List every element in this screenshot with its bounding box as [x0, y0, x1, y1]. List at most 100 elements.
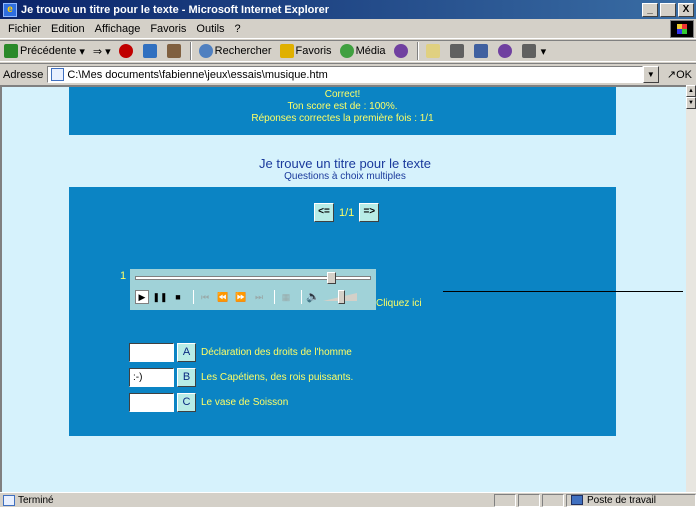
refresh-button[interactable] — [139, 44, 163, 58]
status-cell — [494, 493, 516, 507]
discuss-icon — [521, 44, 536, 58]
answer-row: C Le vase de Soisson — [129, 392, 353, 412]
stop-icon — [118, 44, 133, 58]
media-button[interactable]: Média — [336, 44, 390, 58]
back-arrow-icon — [4, 44, 18, 58]
volume-knob[interactable] — [338, 290, 345, 304]
status-cell — [518, 493, 540, 507]
status-bar: Terminé Poste de travail — [0, 492, 696, 507]
question-counter: 1/1 — [339, 206, 355, 219]
media-icon — [339, 44, 354, 58]
menu-edition[interactable]: Edition — [46, 23, 90, 35]
stop-button[interactable] — [115, 44, 139, 58]
address-bar: Adresse C:\Mes documents\fabienne\jeux\e… — [0, 63, 696, 85]
go-arrow-icon: ↗ — [666, 69, 677, 81]
messenger-button[interactable] — [494, 44, 518, 58]
menu-help[interactable]: ? — [230, 23, 246, 35]
menu-outils[interactable]: Outils — [191, 23, 229, 35]
seek-thumb[interactable] — [327, 272, 336, 284]
address-dropdown-button[interactable]: ▼ — [642, 66, 659, 83]
address-value: C:\Mes documents\fabienne\jeux\essais\mu… — [67, 68, 328, 81]
rewind-icon: ⏪ — [217, 291, 229, 302]
favorites-button[interactable]: Favoris — [276, 44, 336, 58]
feedback-first-try: Réponses correctes la première fois : 1/… — [251, 113, 434, 124]
history-icon — [393, 44, 408, 58]
prev-question-button[interactable]: <= — [314, 203, 334, 222]
answer-input-a[interactable] — [129, 342, 174, 362]
player-controls: ▶ ❚❚ ■ ⏮ ⏪ ⏩ ⏭ ▦ 🔈 — [135, 289, 357, 305]
search-label: Rechercher — [214, 45, 272, 57]
forward-button[interactable]: ⇒ ▾ — [89, 45, 115, 58]
track-number: 1 — [120, 270, 127, 282]
toolbar-separator — [189, 42, 192, 60]
next-track-icon: ⏭ — [254, 291, 264, 302]
security-zone: Poste de travail — [566, 493, 696, 507]
speaker-icon[interactable]: 🔈 — [306, 290, 320, 304]
go-label: OK — [676, 69, 692, 81]
menu-affichage[interactable]: Affichage — [90, 23, 146, 35]
go-button[interactable]: ↗OK — [659, 68, 696, 81]
address-input[interactable]: C:\Mes documents\fabienne\jeux\essais\mu… — [47, 66, 643, 83]
feedback-panel: Correct! Ton score est de : 100%. Répons… — [69, 87, 616, 135]
seek-bar[interactable] — [135, 272, 371, 284]
back-button[interactable]: Précédente ▾ — [0, 44, 89, 58]
search-button[interactable]: Rechercher — [195, 44, 276, 58]
page-title: Je trouve un titre pour le texte — [259, 156, 431, 171]
vertical-scrollbar[interactable]: ▲ ▼ — [686, 85, 696, 492]
next-question-button[interactable]: => — [359, 203, 380, 222]
answers-list: A Déclaration des droits de l'homme :-) … — [129, 342, 353, 417]
stop-button[interactable]: ■ — [171, 290, 185, 304]
history-button[interactable] — [390, 44, 414, 58]
print-icon — [449, 44, 464, 58]
volume-slider[interactable] — [323, 290, 357, 304]
media-label: Média — [355, 45, 386, 57]
answer-row: A Déclaration des droits de l'homme — [129, 342, 353, 362]
favorites-label: Favoris — [295, 45, 332, 57]
scroll-up-icon[interactable]: ▲ — [686, 85, 696, 97]
discuss-button[interactable]: ▾ — [518, 44, 551, 58]
answer-button-c[interactable]: C — [177, 392, 196, 412]
toolbar: Précédente ▾ ⇒ ▾ Rechercher Favoris Médi… — [0, 40, 696, 62]
pause-button[interactable]: ❚❚ — [152, 290, 167, 304]
home-button[interactable] — [163, 44, 187, 58]
click-here-link[interactable]: Cliquez ici — [376, 298, 422, 309]
controls-separator — [274, 290, 275, 304]
close-button[interactable]: X — [678, 2, 694, 17]
edit-button[interactable] — [470, 44, 494, 58]
maximize-button[interactable] — [660, 2, 676, 17]
print-button[interactable] — [446, 44, 470, 58]
home-icon — [166, 44, 181, 58]
previous-track-icon: ⏮ — [200, 291, 210, 302]
controls-separator — [193, 290, 194, 304]
favorites-icon — [279, 44, 294, 58]
messenger-icon — [497, 44, 512, 58]
status-cell — [542, 493, 564, 507]
menu-bar: Fichier Edition Affichage Favoris Outils… — [0, 19, 696, 39]
answer-button-b[interactable]: B — [177, 367, 196, 387]
answer-text-a: Déclaration des droits de l'homme — [201, 346, 352, 358]
answer-button-a[interactable]: A — [177, 342, 196, 362]
feedback-correct: Correct! — [324, 89, 361, 100]
mail-button[interactable] — [422, 44, 446, 58]
back-label: Précédente — [20, 45, 77, 57]
answer-row: :-) B Les Capétiens, des rois puissants. — [129, 367, 353, 387]
question-nav: <= 1/1 => — [314, 203, 380, 222]
window-title-bar[interactable]: e Je trouve un titre pour le texte - Mic… — [0, 0, 696, 19]
play-button[interactable]: ▶ — [135, 290, 149, 304]
answer-input-b[interactable]: :-) — [129, 367, 174, 387]
page-icon — [51, 68, 65, 81]
fullscreen-icon: ▦ — [281, 291, 291, 302]
minimize-button[interactable]: _ — [642, 2, 658, 17]
connector-line — [443, 291, 683, 292]
zone-label: Poste de travail — [587, 494, 656, 506]
computer-icon — [571, 495, 583, 505]
answer-input-c[interactable] — [129, 392, 174, 412]
feedback-score: Ton score est de : 100%. — [287, 101, 398, 112]
scroll-down-icon[interactable]: ▼ — [686, 97, 696, 109]
page-subtitle: Questions à choix multiples — [284, 171, 406, 182]
mail-icon — [425, 44, 440, 58]
menu-favoris[interactable]: Favoris — [145, 23, 191, 35]
menu-fichier[interactable]: Fichier — [3, 23, 46, 35]
answer-text-b: Les Capétiens, des rois puissants. — [201, 371, 354, 383]
page-done-icon — [3, 494, 15, 506]
